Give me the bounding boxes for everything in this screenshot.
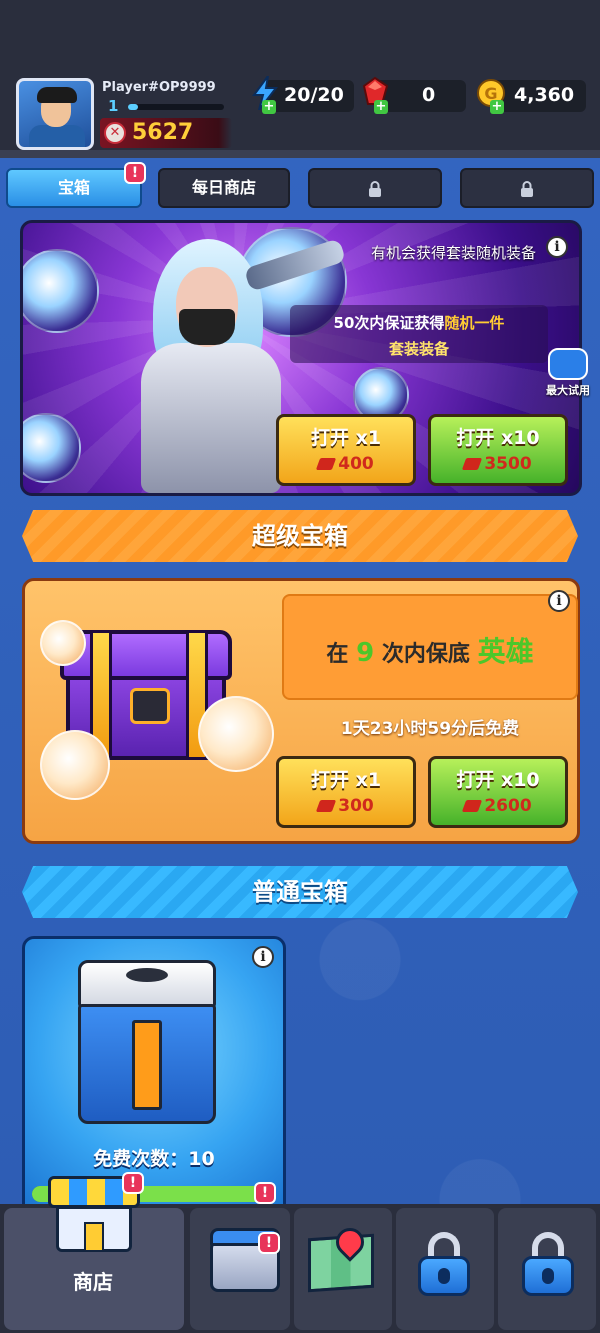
basic-chest-info-icon[interactable]: i: [252, 946, 274, 968]
super-open-x1-price: 300: [279, 796, 413, 816]
xp-progress-bar: [128, 104, 224, 110]
tab-daily-shop[interactable]: 每日商店: [158, 168, 290, 208]
super-chest-header: 超级宝箱: [22, 510, 578, 562]
super-item-orb-2: [40, 730, 110, 800]
gem-value: 0: [422, 84, 436, 106]
super-item-orb-3: [198, 696, 274, 772]
banner-open-x1-price: 400: [279, 454, 413, 474]
heroine-mask: [179, 309, 235, 345]
power-value: 5627: [132, 120, 194, 145]
super-item-orb-1: [40, 620, 86, 666]
super-open-x1-button[interactable]: 打开 x1 300: [276, 756, 416, 828]
banner-open-x10-label: 打开 x10: [456, 427, 540, 449]
banner-guarantee-line2: 套装装备: [388, 340, 449, 358]
super-chest-guarantee-hero: 英雄: [477, 635, 534, 668]
shop-icon-door: [84, 1222, 104, 1252]
super-open-x10-price: 2600: [431, 796, 565, 816]
avatar-body: [29, 125, 85, 147]
super-chest-guarantee: 在 9 次内保底 英雄: [326, 635, 534, 668]
coin-value: 4,360: [514, 84, 575, 106]
banner-open-x1-button[interactable]: 打开 x1 400: [276, 414, 416, 486]
top-bar-edge: [0, 150, 600, 158]
tab-chest-label: 宝箱: [57, 178, 90, 197]
heroine-body: [141, 343, 281, 493]
energy-plus-icon[interactable]: +: [262, 100, 276, 114]
player-avatar[interactable]: [16, 78, 94, 150]
basic-chest-slot: [126, 968, 168, 982]
super-chest-guarantee-count: 9: [356, 638, 375, 668]
super-chest-info-icon[interactable]: i: [548, 590, 570, 612]
banner-guarantee-line1: 50次内保证获得随机一件: [290, 312, 548, 333]
ruby-icon: [316, 458, 337, 470]
super-chest-lock: [130, 688, 170, 724]
player-name: Player#OP9999: [102, 80, 216, 95]
padlock-icon: [416, 1232, 472, 1296]
nav-inventory-badge: !: [258, 1232, 280, 1254]
tab-chest-badge: !: [124, 162, 146, 184]
tab-locked-1[interactable]: [308, 168, 442, 208]
coin-plus-icon[interactable]: +: [490, 100, 504, 114]
lock-icon: [369, 180, 381, 197]
basic-chest-strip: [132, 1020, 162, 1110]
padlock-keyhole: [542, 1268, 554, 1284]
banner-guarantee-highlight: 随机一件: [444, 314, 505, 332]
super-open-x10-button[interactable]: 打开 x10 2600: [428, 756, 568, 828]
banner-info-icon[interactable]: i: [546, 236, 568, 258]
super-chest-timer: 1天23小时59分后免费: [340, 719, 520, 739]
banner-open-x1-label: 打开 x1: [310, 427, 382, 449]
super-open-x1-label: 打开 x1: [310, 769, 382, 791]
basic-chest-header: 普通宝箱: [22, 866, 578, 918]
banner-open-x10-price: 3500: [431, 454, 565, 474]
ruby-icon: [462, 458, 483, 470]
banner-guarantee-prefix: 50次内保证获得: [333, 314, 445, 332]
ruby-icon: [462, 800, 483, 812]
basic-chest-free-count: 免费次数：10: [93, 1148, 215, 1170]
padlock-icon: [520, 1232, 576, 1296]
nav-shop-badge: !: [122, 1172, 144, 1194]
ruby-icon: [316, 800, 337, 812]
max-trial-label: 最大试用: [546, 384, 590, 397]
xp-progress-fill: [128, 104, 138, 110]
player-level: 1: [108, 97, 119, 115]
banner-open-x10-button[interactable]: 打开 x10 3500: [428, 414, 568, 486]
nav-shop-label: 商店: [73, 1270, 113, 1294]
avatar-hair: [37, 87, 77, 103]
tab-locked-2[interactable]: [460, 168, 594, 208]
super-open-x10-label: 打开 x10: [456, 769, 540, 791]
power-icon: ✕: [104, 122, 126, 144]
energy-value: 20/20: [284, 84, 344, 106]
max-trial-button[interactable]: 最大试用: [540, 348, 596, 398]
lock-icon: [521, 180, 533, 197]
tab-daily-shop-label: 每日商店: [191, 178, 256, 197]
gamepad-icon: [548, 348, 588, 380]
banner-headline: 有机会获得套装随机装备: [370, 244, 536, 262]
basic-chest-badge: !: [254, 1182, 276, 1204]
padlock-keyhole: [438, 1268, 450, 1284]
tab-chest[interactable]: 宝箱: [6, 168, 142, 208]
gem-plus-icon[interactable]: +: [374, 100, 388, 114]
